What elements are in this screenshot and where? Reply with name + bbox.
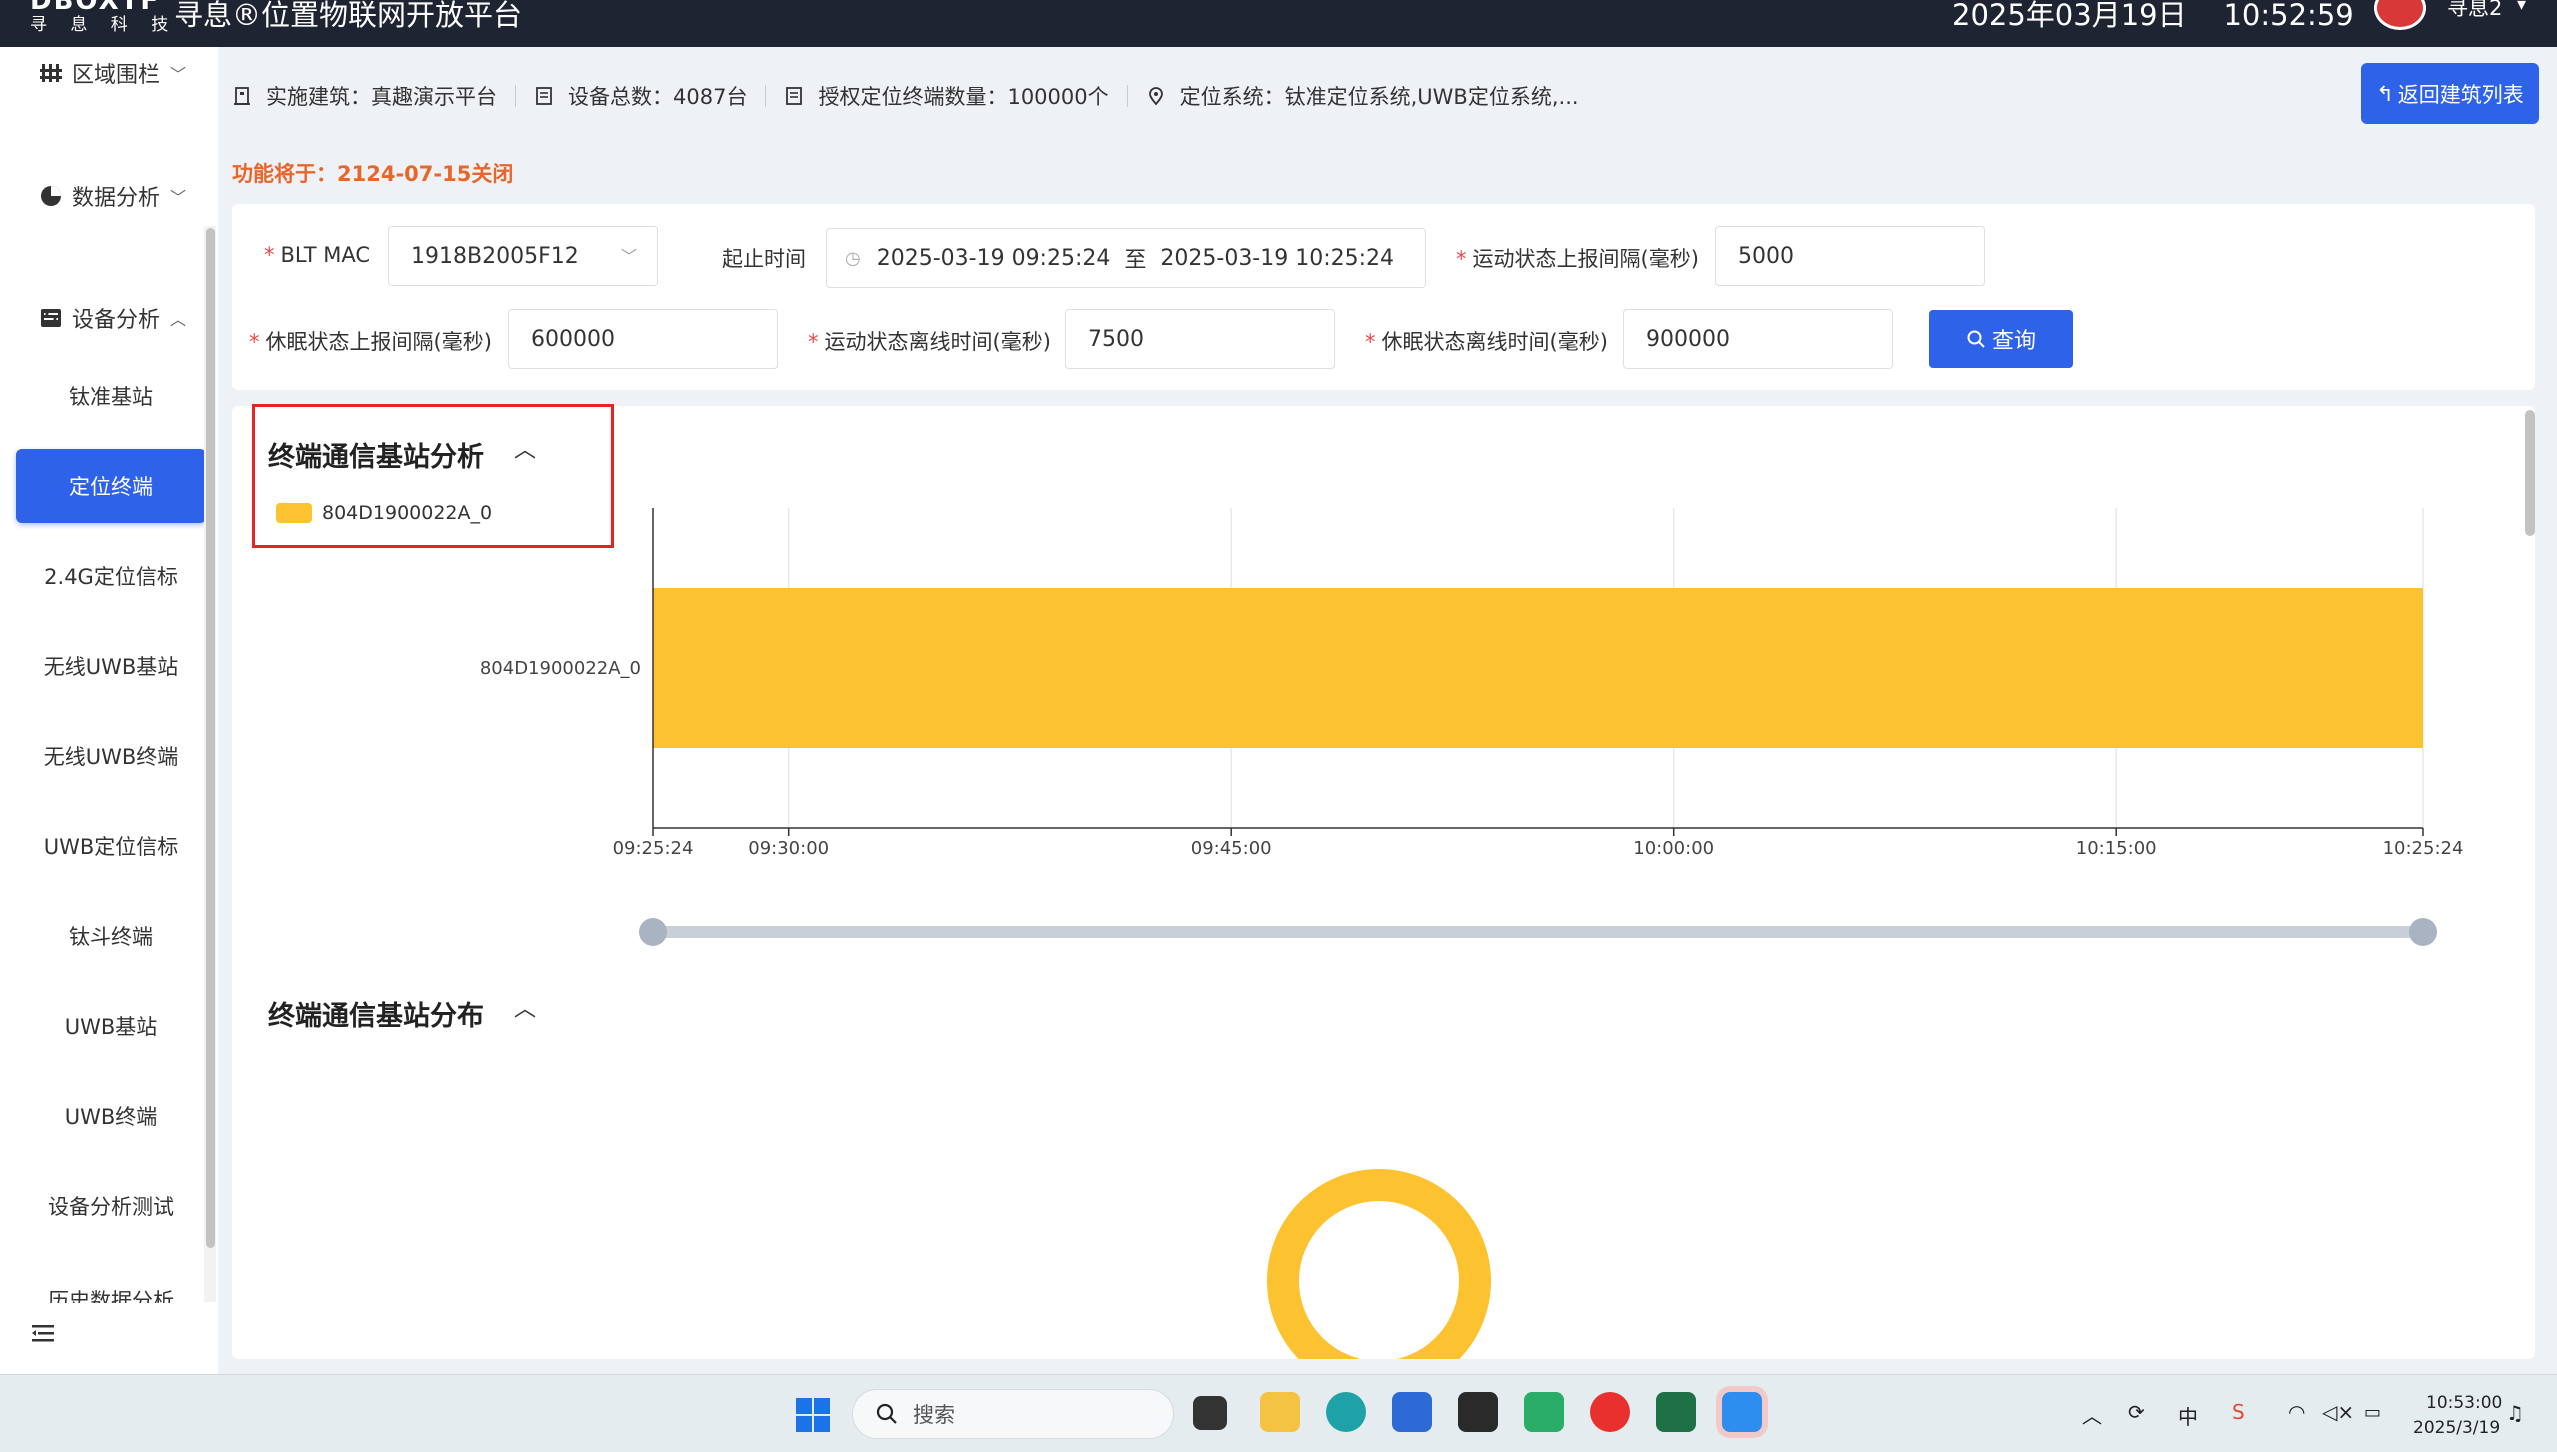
chart-slider	[639, 918, 2437, 946]
chevron-up-icon[interactable]: ︿	[514, 991, 536, 1023]
store-icon[interactable]	[1392, 1392, 1432, 1432]
donut-group	[1267, 1169, 1491, 1359]
x-tick-label: 09:30:00	[748, 838, 829, 859]
y-category-label: 804D1900022A_0	[480, 658, 641, 679]
wifi-icon[interactable]: ◠	[2288, 1400, 2305, 1424]
x-tick-label: 10:25:24	[2383, 838, 2464, 859]
speaker-mute-icon[interactable]: ◁×	[2322, 1400, 2354, 1424]
taskbar-clock-time[interactable]: 10:53:00	[2426, 1393, 2502, 1413]
edge-browser-icon[interactable]	[1326, 1392, 1366, 1432]
timeline-bar	[653, 588, 2423, 748]
file-explorer-icon[interactable]	[1260, 1392, 1300, 1432]
donut-chart	[1267, 1169, 1491, 1359]
x-tick-label: 10:15:00	[2076, 838, 2157, 859]
sync-icon[interactable]: ⟳	[2128, 1400, 2145, 1424]
x-tick-label: 09:25:24	[613, 838, 694, 859]
chevron-up-icon[interactable]: ︿	[2082, 1400, 2102, 1429]
active-app-icon[interactable]	[1722, 1392, 1762, 1432]
taskbar-search[interactable]: 搜索	[852, 1389, 1174, 1439]
taskbar-clock-date[interactable]: 2025/3/19	[2413, 1418, 2500, 1438]
windows-start-icon[interactable]	[796, 1398, 830, 1432]
zoom-slider-handle-end[interactable]	[2409, 918, 2437, 946]
search-icon	[876, 1403, 897, 1424]
app-icon[interactable]	[1458, 1392, 1498, 1432]
taskbar-search-placeholder: 搜索	[913, 1403, 955, 1427]
sogou-icon[interactable]: S	[2232, 1400, 2245, 1424]
donut-slice	[1267, 1169, 1491, 1359]
x-tick-label: 09:45:00	[1191, 838, 1272, 859]
timeline-chart: 09:25:24 09:30:00 09:45:00 10:00:00 10:15:00…	[480, 508, 2464, 1359]
task-view-icon[interactable]	[1193, 1396, 1227, 1430]
wechat-icon[interactable]	[1524, 1392, 1564, 1432]
battery-icon[interactable]: ▭	[2364, 1402, 2381, 1423]
ime-indicator[interactable]: 中	[2178, 1401, 2198, 1430]
x-tick-label: 10:00:00	[1633, 838, 1714, 859]
chart-bars	[653, 588, 2423, 748]
excel-icon[interactable]	[1656, 1392, 1696, 1432]
music-app-icon[interactable]	[1590, 1392, 1630, 1432]
section-title-distribution: 终端通信基站分布	[268, 1001, 484, 1032]
notification-bell-icon[interactable]: ♫	[2506, 1401, 2524, 1425]
zoom-slider-handle-start[interactable]	[639, 918, 667, 946]
